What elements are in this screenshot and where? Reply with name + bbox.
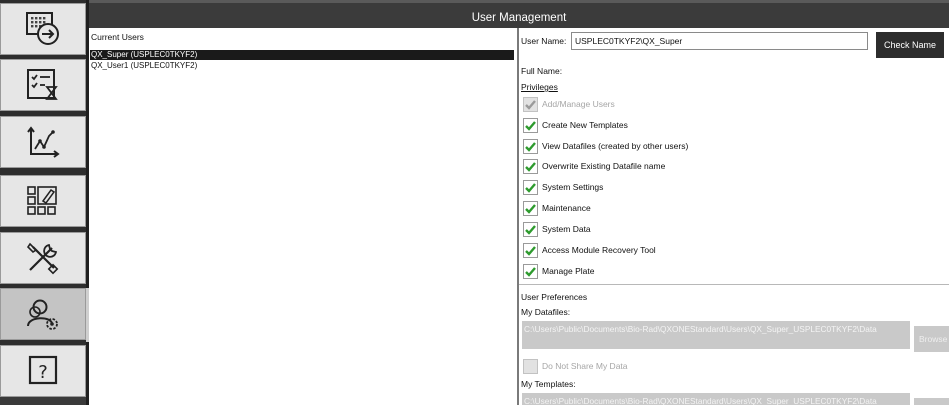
privilege-system-data[interactable]: System Data [523, 221, 591, 237]
checklist-timer-icon [27, 69, 58, 100]
my-templates-path[interactable]: C:\Users\Public\Documents\Bio-Rad\QXONES… [522, 393, 910, 405]
checkmark-icon [525, 99, 536, 110]
browse-datafiles-button[interactable]: Browse [914, 326, 949, 352]
privilege-label: Maintenance [542, 203, 591, 213]
privilege-maintenance[interactable]: Maintenance [523, 200, 591, 216]
nav-analysis-button[interactable] [0, 116, 86, 168]
nav-signin-button[interactable] [0, 3, 86, 55]
sign-in-icon [26, 12, 59, 45]
privilege-label: System Data [542, 224, 591, 234]
nav-checklist-button[interactable] [0, 59, 86, 111]
checkmark-icon [525, 245, 536, 256]
checkmark-icon [525, 141, 536, 152]
full-name-label: Full Name: [521, 66, 563, 76]
nav-layout-button[interactable] [0, 175, 86, 227]
user-name-label: User Name: [521, 36, 567, 46]
privilege-label: Access Module Recovery Tool [542, 245, 656, 255]
user-list-item[interactable]: QX_User1 (USPLEC0TKYF2) [90, 61, 514, 71]
do-not-share-option[interactable]: Do Not Share My Data [523, 358, 628, 374]
users-header: Current Users [91, 32, 144, 42]
privileges-heading: Privileges [521, 82, 558, 92]
checkbox[interactable] [523, 358, 538, 374]
help-icon: ? [28, 355, 58, 385]
chart-analysis-icon [27, 126, 60, 158]
checkmark-icon [525, 266, 536, 277]
nav-rail-footer [0, 397, 86, 405]
users-panel: Current Users QX_Super (USPLEC0TKYF2) QX… [89, 28, 517, 405]
privilege-view-datafiles[interactable]: View Datafiles (created by other users) [523, 138, 688, 154]
tools-icon [26, 242, 59, 275]
check-name-button[interactable]: Check Name [876, 32, 944, 58]
nav-help-button[interactable]: ? [0, 345, 86, 397]
my-datafiles-path[interactable]: C:\Users\Public\Documents\Bio-Rad\QXONES… [522, 321, 910, 349]
privilege-label: View Datafiles (created by other users) [542, 141, 689, 151]
checkmark-icon [525, 161, 536, 172]
privilege-system-settings[interactable]: System Settings [523, 179, 603, 195]
user-list-item[interactable]: QX_Super (USPLEC0TKYF2) [90, 50, 514, 60]
checkmark-icon [525, 203, 536, 214]
checkbox[interactable] [523, 221, 538, 237]
checkbox[interactable] [523, 158, 538, 174]
layout-edit-icon [27, 186, 57, 215]
nav-user-management-button[interactable] [0, 288, 86, 340]
user-preferences-heading: User Preferences [521, 292, 588, 302]
svg-text:?: ? [38, 362, 48, 383]
checkbox[interactable] [523, 96, 538, 112]
my-datafiles-label: My Datafiles: [521, 307, 571, 317]
user-settings-icon [27, 299, 58, 330]
checkbox[interactable] [523, 200, 538, 216]
checkmark-icon [525, 120, 536, 131]
checkbox[interactable] [523, 179, 538, 195]
privilege-label: Add/Manage Users [542, 99, 615, 109]
checkmark-icon [525, 224, 536, 235]
privilege-label: Overwrite Existing Datafile name [542, 161, 666, 171]
privilege-create-templates[interactable]: Create New Templates [523, 117, 628, 133]
checkbox[interactable] [523, 242, 538, 258]
section-divider [519, 284, 949, 285]
user-details-panel: User Name: USPLEC0TKYF2\QX_Super Check N… [519, 28, 949, 405]
do-not-share-label: Do Not Share My Data [542, 361, 628, 371]
privilege-module-recovery[interactable]: Access Module Recovery Tool [523, 242, 656, 258]
checkbox[interactable] [523, 117, 538, 133]
checkbox[interactable] [523, 263, 538, 279]
browse-templates-button[interactable]: Browse [914, 398, 949, 405]
checkmark-icon [525, 182, 536, 193]
user-name-input[interactable]: USPLEC0TKYF2\QX_Super [571, 32, 868, 50]
nav-tools-button[interactable] [0, 232, 86, 284]
privilege-overwrite-datafile[interactable]: Overwrite Existing Datafile name [523, 158, 665, 174]
my-templates-label: My Templates: [521, 379, 576, 389]
checkbox[interactable] [523, 138, 538, 154]
privilege-label: System Settings [542, 182, 604, 192]
privilege-label: Manage Plate [542, 266, 595, 276]
privilege-label: Create New Templates [542, 120, 628, 130]
privilege-add-manage-users[interactable]: Add/Manage Users [523, 96, 615, 112]
page-title: User Management [89, 0, 949, 28]
privilege-manage-plate[interactable]: Manage Plate [523, 263, 594, 279]
